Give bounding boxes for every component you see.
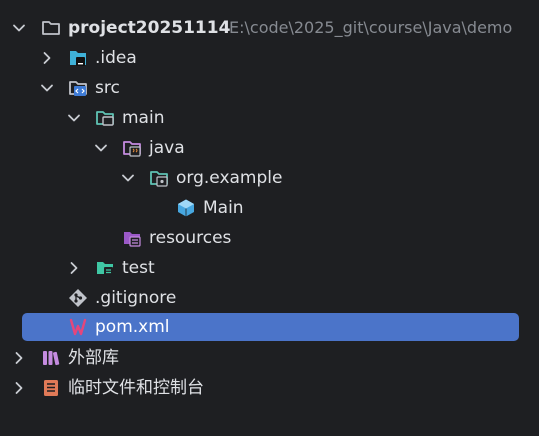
- tree-row-resources[interactable]: resources: [0, 223, 539, 253]
- chevron-down-icon[interactable]: [12, 21, 26, 35]
- tree-row-src[interactable]: src: [0, 73, 539, 103]
- tree-row-package[interactable]: org.example: [0, 163, 539, 193]
- tree-label-gitignore: .gitignore: [95, 288, 177, 308]
- folder-icon: [42, 21, 60, 35]
- tree-row-gitignore[interactable]: .gitignore: [0, 283, 539, 313]
- tree-row-test[interactable]: test: [0, 253, 539, 283]
- git-icon: [69, 289, 87, 307]
- test-folder-icon: [97, 262, 113, 275]
- project-path: E:\code\2025_git\course\Java\demo: [229, 18, 513, 37]
- chevron-down-icon[interactable]: [94, 141, 108, 155]
- java-class-icon: [178, 199, 194, 217]
- module-folder-icon: [96, 111, 114, 126]
- tree-label-main: main: [122, 108, 165, 128]
- tree-label-idea: .idea: [95, 48, 137, 68]
- tree-row-main[interactable]: main: [0, 103, 539, 133]
- maven-icon: [69, 318, 87, 336]
- tree-label-test: test: [122, 258, 155, 278]
- project-tree: project20251114 E:\code\2025_git\course\…: [0, 0, 539, 436]
- tree-label-package: org.example: [176, 168, 283, 188]
- chevron-right-icon[interactable]: [12, 351, 26, 365]
- tree-row-external-libraries[interactable]: 外部库: [0, 343, 539, 373]
- chevron-right-icon[interactable]: [67, 261, 81, 275]
- chevron-right-icon[interactable]: [40, 51, 54, 65]
- tree-row-main-class[interactable]: Main: [0, 193, 539, 223]
- resources-folder-icon: [124, 232, 141, 247]
- tree-label-main-class: Main: [203, 198, 244, 218]
- project-name: project20251114: [68, 18, 231, 38]
- package-icon: [150, 171, 168, 187]
- tree-row-idea[interactable]: .idea: [0, 43, 539, 73]
- chevron-down-icon[interactable]: [121, 171, 135, 185]
- tree-label-pom: pom.xml: [95, 317, 170, 337]
- tree-label-scratches: 临时文件和控制台: [68, 378, 204, 398]
- chevron-right-icon[interactable]: [12, 381, 26, 395]
- tree-row-scratches[interactable]: 临时文件和控制台: [0, 373, 539, 403]
- chevron-down-icon[interactable]: [40, 81, 54, 95]
- tree-row-pom[interactable]: pom.xml: [0, 312, 539, 342]
- idea-folder-icon: [70, 51, 86, 66]
- tree-row-project-root[interactable]: project20251114 E:\code\2025_git\course\…: [0, 13, 539, 43]
- tree-label-external-libraries: 外部库: [68, 348, 119, 368]
- tree-label-resources: resources: [149, 228, 232, 248]
- library-icon: [43, 351, 60, 366]
- scratches-icon: [44, 380, 58, 396]
- tree-label-src: src: [95, 78, 120, 98]
- tree-label-java: java: [149, 138, 185, 158]
- java-source-folder-icon: [123, 141, 141, 157]
- chevron-down-icon[interactable]: [67, 111, 81, 125]
- tree-row-java[interactable]: java: [0, 133, 539, 163]
- source-folder-icon: [69, 81, 87, 96]
